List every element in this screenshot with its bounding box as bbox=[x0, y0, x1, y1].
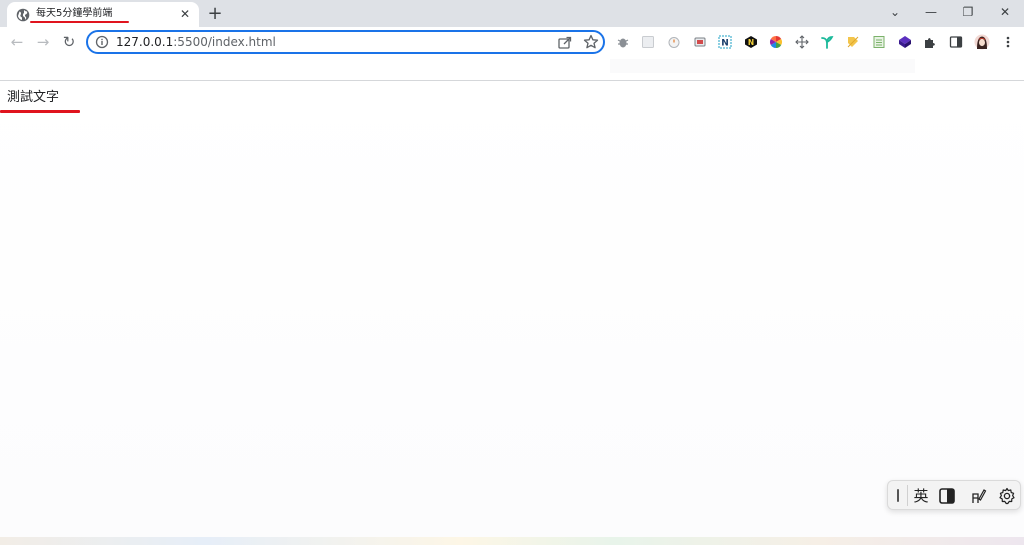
reload-button[interactable]: ↻ bbox=[58, 31, 80, 53]
puzzle-icon[interactable] bbox=[921, 33, 939, 51]
back-button[interactable]: ← bbox=[6, 31, 28, 53]
address-bar[interactable]: 127.0.0.1:5500/index.html bbox=[86, 30, 605, 54]
page-content: 測試文字 bbox=[0, 82, 1024, 537]
tag-icon[interactable] bbox=[844, 33, 862, 51]
svg-text:N: N bbox=[721, 39, 729, 49]
ime-mode-button[interactable]: 英 bbox=[909, 484, 933, 508]
ime-separator bbox=[907, 485, 908, 506]
color-wheel-icon[interactable] bbox=[767, 33, 785, 51]
svg-text:N: N bbox=[748, 38, 754, 47]
tab-title-annotation-underline bbox=[30, 21, 129, 23]
settings-gear-icon[interactable] bbox=[998, 487, 1016, 505]
tab-title: 每天5分鐘學前端 bbox=[36, 8, 113, 19]
page-text-annotation-underline bbox=[0, 110, 80, 113]
bug-icon[interactable] bbox=[614, 33, 632, 51]
tab-strip: 每天5分鐘學前端 ✕ + ⌄ — ❐ ✕ bbox=[0, 0, 1024, 27]
half-full-width-icon[interactable] bbox=[938, 487, 956, 505]
tab-close-icon[interactable]: ✕ bbox=[177, 6, 193, 22]
ime-grip-handle[interactable] bbox=[897, 489, 899, 502]
bookmark-bar bbox=[0, 57, 1024, 81]
tab-search-dropdown-icon[interactable]: ⌄ bbox=[877, 0, 913, 24]
notion-icon[interactable]: N bbox=[716, 33, 734, 51]
url-host: 127.0.0.1 bbox=[116, 35, 174, 49]
tab-active[interactable]: 每天5分鐘學前端 ✕ bbox=[7, 2, 199, 27]
square-icon[interactable] bbox=[639, 33, 657, 51]
move-icon[interactable] bbox=[793, 33, 811, 51]
sheet-icon[interactable] bbox=[870, 33, 888, 51]
new-tab-button[interactable]: + bbox=[205, 4, 225, 24]
share-icon[interactable] bbox=[556, 33, 574, 51]
screenshot-icon[interactable] bbox=[691, 33, 709, 51]
forward-button[interactable]: → bbox=[32, 31, 54, 53]
menu-kebab-icon[interactable] bbox=[999, 33, 1017, 51]
bookmark-bar-empty-area bbox=[610, 59, 915, 73]
url-text[interactable]: 127.0.0.1:5500/index.html bbox=[116, 34, 276, 50]
toolbar: ← → ↻ 127.0.0.1:5500/index.html N N bbox=[0, 27, 1024, 57]
bookmark-star-icon[interactable] bbox=[582, 33, 600, 51]
cube-icon[interactable] bbox=[896, 33, 914, 51]
ime-pad-icon[interactable] bbox=[969, 487, 987, 505]
close-window-button[interactable]: ✕ bbox=[987, 0, 1023, 24]
restore-button[interactable]: ❐ bbox=[950, 0, 986, 24]
globe-icon bbox=[16, 8, 30, 22]
sidepanel-icon[interactable] bbox=[947, 33, 965, 51]
page-text: 測試文字 bbox=[7, 90, 60, 105]
timer-icon[interactable] bbox=[665, 33, 683, 51]
site-info-icon[interactable] bbox=[95, 35, 109, 49]
taskbar-edge bbox=[0, 537, 1024, 545]
profile-avatar[interactable] bbox=[973, 33, 991, 51]
minimize-button[interactable]: — bbox=[913, 0, 949, 24]
ime-toolbar: 英 bbox=[887, 480, 1021, 510]
n-badge-icon[interactable]: N bbox=[742, 33, 760, 51]
url-path: :5500/index.html bbox=[173, 35, 276, 49]
bird-icon[interactable] bbox=[818, 33, 836, 51]
browser-window: 每天5分鐘學前端 ✕ + ⌄ — ❐ ✕ ← → ↻ 127.0.0.1:550… bbox=[0, 0, 1024, 545]
